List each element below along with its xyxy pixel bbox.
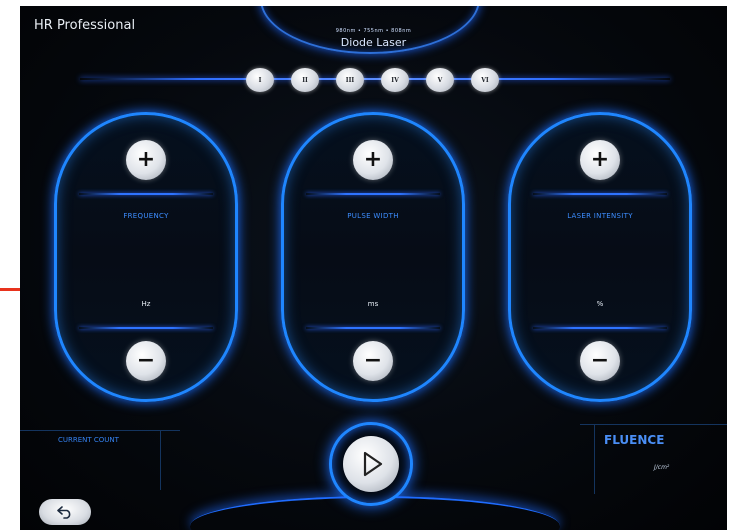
divider [79,193,213,195]
play-ring [329,422,413,506]
mode-button-6[interactable]: VI [471,68,499,92]
mode-button-1[interactable]: I [246,68,274,92]
play-button[interactable] [343,436,399,492]
pulse-width-label: PULSE WIDTH [347,212,399,220]
laser-intensity-increase-button[interactable]: + [580,140,620,180]
brand-wavelengths: 980nm • 755nm • 808nm [335,28,412,34]
divider [79,327,213,329]
minus-icon: − [590,348,610,373]
fluence-frame-line [580,424,727,425]
minus-icon: − [136,348,156,373]
plus-icon: + [363,147,383,172]
count-frame-line [20,430,180,431]
pulse-width-decrease-button[interactable]: − [353,341,393,381]
fluence-label: FLUENCE [604,433,665,447]
current-count-label: CURRENT COUNT [58,436,119,444]
plus-icon: + [136,147,156,172]
mode-button-4[interactable]: IV [381,68,409,92]
pulse-width-control: + PULSE WIDTH ms − [281,112,465,402]
frequency-label: FREQUENCY [123,212,169,220]
divider [533,193,667,195]
frequency-decrease-button[interactable]: − [126,341,166,381]
back-button[interactable] [39,499,91,525]
laser-intensity-decrease-button[interactable]: − [580,341,620,381]
fluence-unit: J/cm² [654,464,670,471]
laser-intensity-label: LASER INTENSITY [567,212,633,220]
pulse-width-unit: ms [367,300,379,308]
pulse-width-increase-button[interactable]: + [353,140,393,180]
divider [533,327,667,329]
play-icon [363,451,382,477]
mode-button-2[interactable]: II [291,68,319,92]
mode-button-3[interactable]: III [336,68,364,92]
frequency-control: + FREQUENCY Hz − [54,112,238,402]
divider [306,327,440,329]
count-frame-vline [160,430,161,490]
back-arrow-icon [57,506,71,519]
laser-intensity-control: + LASER INTENSITY % − [508,112,692,402]
divider [306,193,440,195]
fluence-frame-vline [594,424,595,494]
mode-selector: I II III IV V VI [246,68,499,92]
device-screen: HR Professional 980nm • 755nm • 808nm Di… [20,6,727,530]
plus-icon: + [590,147,610,172]
red-pointer-mark [0,288,20,291]
frequency-unit: Hz [141,300,151,308]
brand-name: Diode Laser [340,36,407,49]
mode-button-5[interactable]: V [426,68,454,92]
minus-icon: − [363,348,383,373]
frequency-increase-button[interactable]: + [126,140,166,180]
laser-intensity-unit: % [596,300,604,308]
